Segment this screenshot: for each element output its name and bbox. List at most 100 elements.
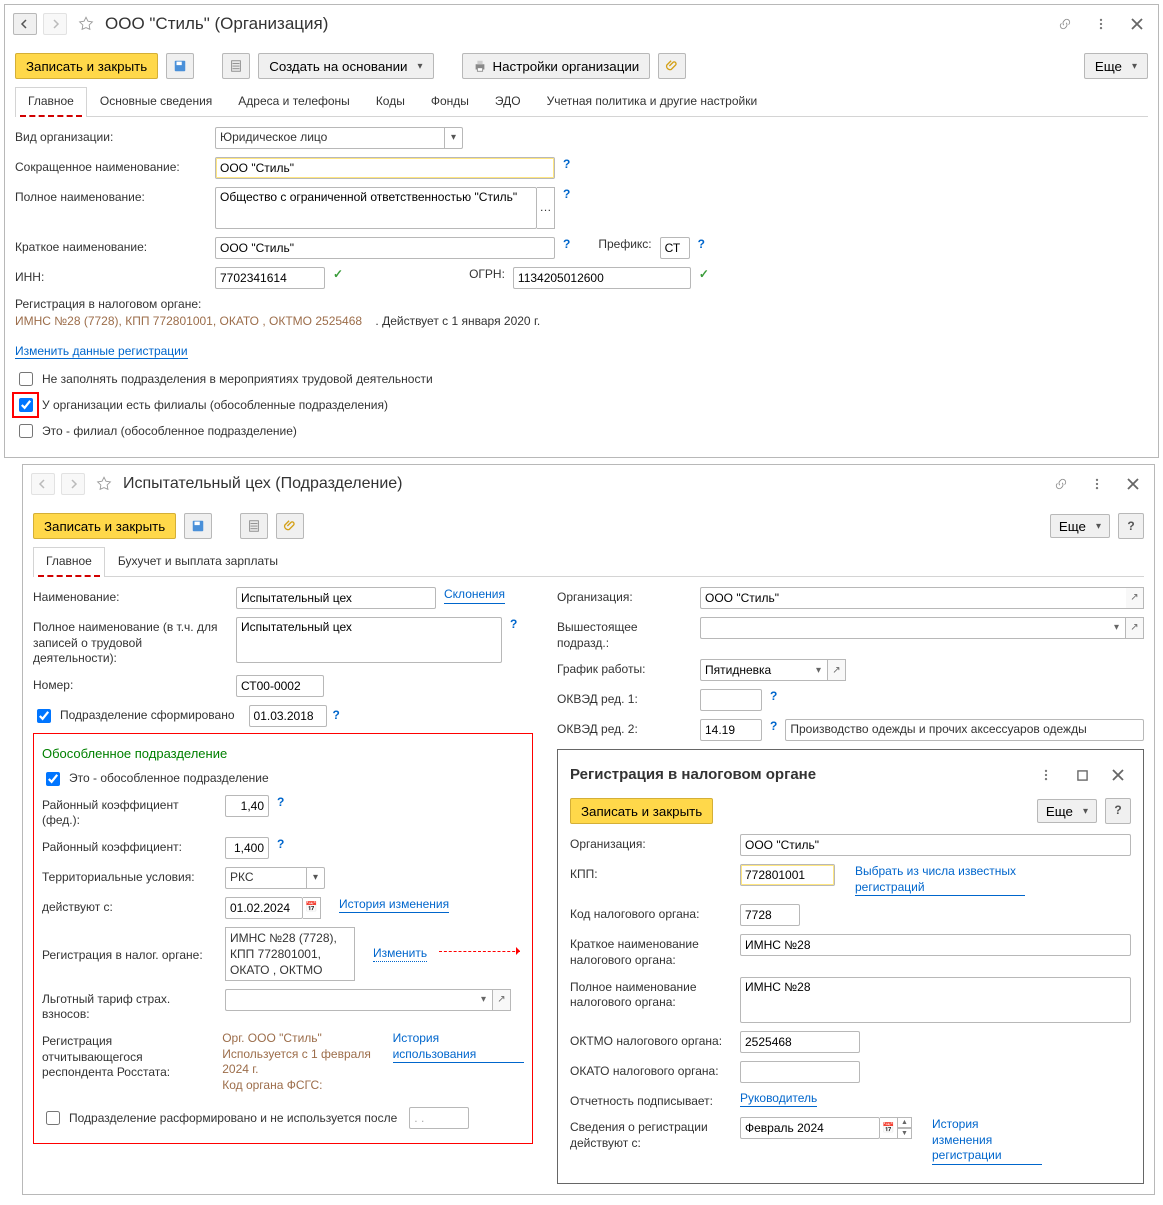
help-icon[interactable]: ? xyxy=(510,617,517,633)
short-input[interactable] xyxy=(215,157,555,179)
tab-policy[interactable]: Учетная политика и другие настройки xyxy=(534,87,771,116)
star-icon[interactable] xyxy=(73,11,99,37)
terr-select[interactable]: РКС xyxy=(225,867,325,889)
calendar-icon[interactable]: 📅 xyxy=(880,1117,898,1139)
help-icon[interactable]: ? xyxy=(333,708,340,724)
maximize-icon[interactable] xyxy=(1069,762,1095,788)
rk-fed-input[interactable] xyxy=(225,795,269,817)
close-icon[interactable] xyxy=(1105,762,1131,788)
chevron-down-icon[interactable]: ▾ xyxy=(475,989,493,1011)
p-short-input[interactable] xyxy=(740,934,1131,956)
p-code-input[interactable] xyxy=(740,904,800,926)
change-link[interactable]: Изменить xyxy=(373,946,427,963)
prefix-input[interactable] xyxy=(660,237,690,259)
p-signer-link[interactable]: Руководитель xyxy=(740,1091,817,1108)
save-button[interactable] xyxy=(184,513,212,539)
link-icon[interactable] xyxy=(1048,471,1074,497)
help-button[interactable]: ? xyxy=(1105,798,1131,824)
save-close-button[interactable]: Записать и закрыть xyxy=(15,53,158,79)
help-icon[interactable]: ? xyxy=(698,237,705,253)
rk-input[interactable] xyxy=(225,837,269,859)
change-reg-link[interactable]: Изменить данные регистрации xyxy=(15,344,188,359)
tariff-input[interactable] xyxy=(225,989,475,1011)
kind-select[interactable]: Юридическое лицо xyxy=(215,127,463,149)
chevron-down-icon[interactable]: ▾ xyxy=(810,659,828,681)
tab-main[interactable]: Главное xyxy=(15,87,87,116)
help-icon[interactable]: ? xyxy=(277,837,284,853)
kebab-icon[interactable] xyxy=(1084,471,1110,497)
star-icon[interactable] xyxy=(91,471,117,497)
p-full-textarea[interactable]: ИМНС №28 xyxy=(740,977,1131,1023)
forward-button[interactable] xyxy=(43,13,67,35)
p-kpp-input[interactable] xyxy=(740,864,835,886)
tab-addresses[interactable]: Адреса и телефоны xyxy=(225,87,363,116)
kebab-icon[interactable] xyxy=(1033,762,1059,788)
p-valid-input[interactable] xyxy=(740,1117,880,1139)
r-okved2-input[interactable] xyxy=(700,719,762,741)
help-button[interactable]: ? xyxy=(1118,513,1144,539)
name-input[interactable] xyxy=(236,587,436,609)
full-textarea[interactable]: Общество с ограниченной ответственностью… xyxy=(215,187,537,229)
save-close-button[interactable]: Записать и закрыть xyxy=(33,513,176,539)
back-button[interactable] xyxy=(31,473,55,495)
popup-more[interactable]: Еще xyxy=(1037,799,1097,823)
p-valid-link[interactable]: История изменения регистрации xyxy=(932,1117,1042,1165)
forward-button[interactable] xyxy=(61,473,85,495)
r-parent-input[interactable] xyxy=(700,617,1108,639)
template-button[interactable] xyxy=(222,53,250,79)
help-icon[interactable]: ? xyxy=(563,237,570,253)
tab-funds[interactable]: Фонды xyxy=(418,87,482,116)
cb-disbanded[interactable] xyxy=(46,1111,60,1125)
disbanded-date[interactable] xyxy=(409,1107,469,1129)
more-button[interactable]: Еще xyxy=(1050,514,1110,538)
p-oktmo-input[interactable] xyxy=(740,1031,860,1053)
from-date-input[interactable] xyxy=(225,897,303,919)
p-org-input[interactable] xyxy=(740,834,1131,856)
tab-codes[interactable]: Коды xyxy=(363,87,418,116)
open-icon[interactable]: ↗ xyxy=(1126,617,1144,639)
inn-input[interactable] xyxy=(215,267,325,289)
cb-has-branches[interactable] xyxy=(19,398,33,412)
help-icon[interactable]: ? xyxy=(563,157,570,173)
r-org-input[interactable] xyxy=(700,587,1126,609)
calendar-icon[interactable]: 📅 xyxy=(303,897,321,919)
open-icon[interactable]: ↗ xyxy=(1126,587,1144,609)
full-textarea[interactable]: Испытательный цех xyxy=(236,617,502,663)
help-icon[interactable]: ? xyxy=(770,689,777,705)
tab-main[interactable]: Главное xyxy=(33,547,105,576)
cb-formed[interactable] xyxy=(37,709,51,723)
chevron-down-icon[interactable]: ▾ xyxy=(1108,617,1126,639)
brief-input[interactable] xyxy=(215,237,555,259)
create-from-button[interactable]: Создать на основании xyxy=(258,53,433,79)
close-icon[interactable] xyxy=(1120,471,1146,497)
history-link[interactable]: История изменения xyxy=(339,897,449,914)
kebab-icon[interactable] xyxy=(1088,11,1114,37)
open-icon[interactable]: ↗ xyxy=(828,659,846,681)
template-button[interactable] xyxy=(240,513,268,539)
help-icon[interactable]: ? xyxy=(563,187,570,203)
p-kpp-link[interactable]: Выбрать из числа известных регистраций xyxy=(855,864,1025,896)
open-icon[interactable]: ↗ xyxy=(493,989,511,1011)
r-okved1-input[interactable] xyxy=(700,689,762,711)
spinner[interactable]: ▲▼ xyxy=(898,1117,912,1139)
help-icon[interactable]: ? xyxy=(770,719,777,735)
rosstat-history-link[interactable]: История использования xyxy=(393,1031,524,1063)
attachment-button[interactable] xyxy=(658,53,686,79)
number-input[interactable] xyxy=(236,675,324,697)
link-icon[interactable] xyxy=(1052,11,1078,37)
tab-basic[interactable]: Основные сведения xyxy=(87,87,225,116)
cb-is-branch[interactable] xyxy=(19,424,33,438)
cb-is-obosobl[interactable] xyxy=(46,772,60,786)
declension-link[interactable]: Склонения xyxy=(444,587,505,604)
close-icon[interactable] xyxy=(1124,11,1150,37)
ogrn-input[interactable] xyxy=(513,267,691,289)
attachment-button[interactable] xyxy=(276,513,304,539)
ellipsis-button[interactable]: … xyxy=(537,187,555,229)
tab-accounting[interactable]: Бухучет и выплата зарплаты xyxy=(105,547,291,576)
save-button[interactable] xyxy=(166,53,194,79)
cb-no-dept[interactable] xyxy=(19,372,33,386)
help-icon[interactable]: ? xyxy=(277,795,284,811)
p-okato-input[interactable] xyxy=(740,1061,860,1083)
formed-date[interactable] xyxy=(249,705,327,727)
popup-save-close[interactable]: Записать и закрыть xyxy=(570,798,713,824)
